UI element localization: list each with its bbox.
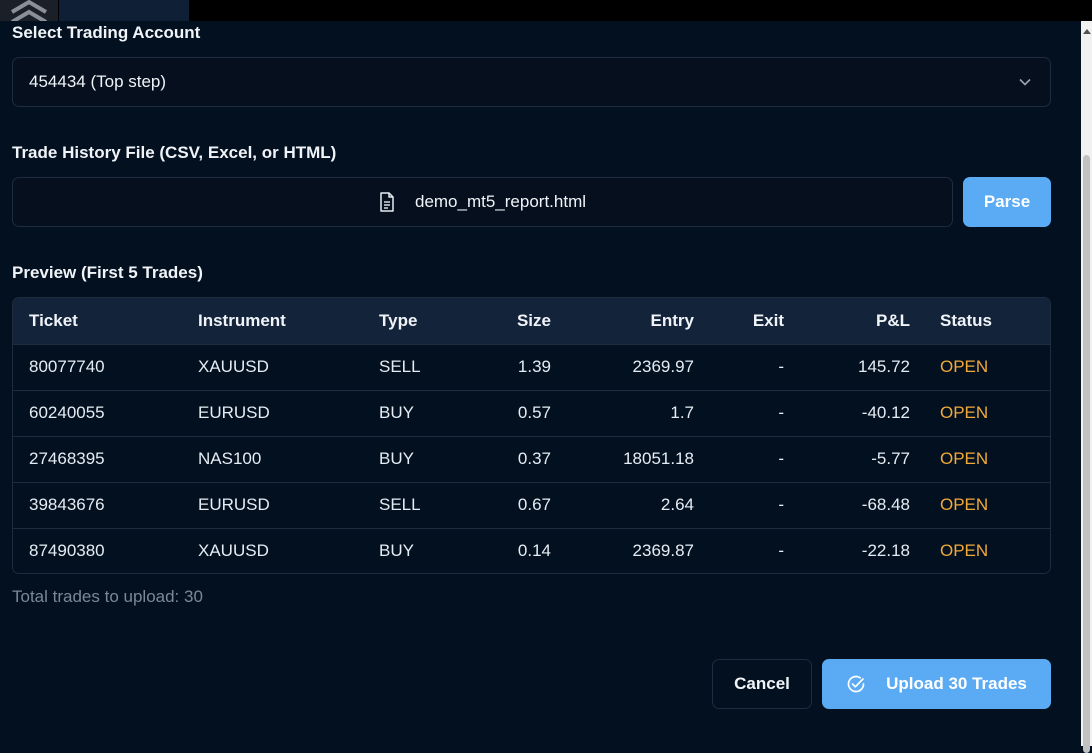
cell-exit: - [778,495,784,514]
cell-entry: 18051.18 [623,449,694,468]
cell-type: SELL [379,495,421,514]
cell-pnl: 145.72 [858,357,910,376]
cell-status: OPEN [940,541,989,561]
total-trades-text: Total trades to upload: 30 [12,587,203,606]
cell-status: OPEN [940,449,989,468]
upload-trades-modal: Select Trading Account 454434 (Top step)… [0,21,1081,746]
upload-button-label: Upload 30 Trades [886,674,1027,693]
cell-exit: - [778,357,784,376]
chevron-down-icon [1019,78,1031,86]
upload-trades-button[interactable]: Upload 30 Trades [822,659,1051,709]
table-row: 27468395 NAS100 BUY 0.37 18051.18 - -5.7… [13,436,1050,482]
cell-ticket: 39843676 [29,495,105,514]
table-row: 80077740 XAUUSD SELL 1.39 2369.97 - 145.… [13,344,1050,390]
cell-ticket: 60240055 [29,403,105,422]
cell-exit: - [778,403,784,422]
preview-label: Preview (First 5 Trades) [12,263,203,282]
preview-table: Ticket Instrument Type Size Entry Exit P… [12,297,1051,574]
cell-size: 0.14 [517,541,551,561]
cancel-button[interactable]: Cancel [712,659,812,709]
header-pnl: P&L [876,310,910,330]
top-bar [0,0,1092,21]
table-row: 39843676 EURUSD SELL 0.67 2.64 - -68.48 … [13,482,1050,528]
cell-size: 0.37 [517,449,551,468]
app-logo[interactable] [0,0,58,21]
header-ticket: Ticket [29,310,78,330]
cell-ticket: 87490380 [29,541,105,561]
cell-type: BUY [379,541,414,561]
file-name: demo_mt5_report.html [414,192,587,211]
cell-status: OPEN [940,495,989,514]
cell-entry: 2.64 [660,495,694,514]
cell-status: OPEN [940,403,989,422]
cell-instrument: XAUUSD [198,357,269,376]
cell-pnl: -22.18 [861,541,910,561]
cell-pnl: -5.77 [871,449,910,468]
header-entry: Entry [650,310,694,330]
cell-exit: - [778,541,784,561]
scroll-up-arrow-icon[interactable] [1083,29,1091,34]
cell-type: BUY [379,403,414,422]
file-input[interactable]: demo_mt5_report.html [12,177,953,227]
table-row: 60240055 EURUSD BUY 0.57 1.7 - -40.12 OP… [13,390,1050,436]
check-circle-icon [847,675,865,693]
account-label: Select Trading Account [12,23,201,42]
cell-instrument: XAUUSD [198,541,269,561]
cell-status: OPEN [940,357,989,376]
scrollbar[interactable] [1081,21,1092,753]
cell-pnl: -40.12 [861,403,910,422]
active-tab[interactable] [59,0,189,21]
file-label: Trade History File (CSV, Excel, or HTML) [12,143,337,162]
cell-size: 0.57 [517,403,551,422]
parse-button[interactable]: Parse [963,177,1051,227]
table-row: 87490380 XAUUSD BUY 0.14 2369.87 - -22.1… [13,528,1050,573]
header-instrument: Instrument [198,310,286,330]
cell-type: BUY [379,449,414,468]
cell-ticket: 80077740 [29,357,105,376]
cell-instrument: EURUSD [198,403,270,422]
header-status: Status [940,310,992,330]
cell-entry: 2369.97 [632,357,694,376]
account-select-value: 454434 (Top step) [29,72,167,91]
cell-size: 0.67 [517,495,551,514]
cell-type: SELL [379,357,421,376]
cell-exit: - [778,449,784,468]
cell-size: 1.39 [517,357,551,376]
document-icon [380,192,394,212]
cell-instrument: EURUSD [198,495,270,514]
cell-entry: 2369.87 [632,541,694,561]
cell-instrument: NAS100 [198,449,262,468]
account-select[interactable]: 454434 (Top step) [12,57,1051,107]
header-type: Type [379,310,418,330]
cell-entry: 1.7 [670,403,694,422]
cell-pnl: -68.48 [861,495,910,514]
scrollbar-thumb[interactable] [1083,155,1090,753]
header-size: Size [516,310,551,330]
logo-icon [10,0,48,21]
header-exit: Exit [752,310,784,330]
cell-ticket: 27468395 [29,449,105,468]
table-header-row: Ticket Instrument Type Size Entry Exit P… [13,298,1050,344]
